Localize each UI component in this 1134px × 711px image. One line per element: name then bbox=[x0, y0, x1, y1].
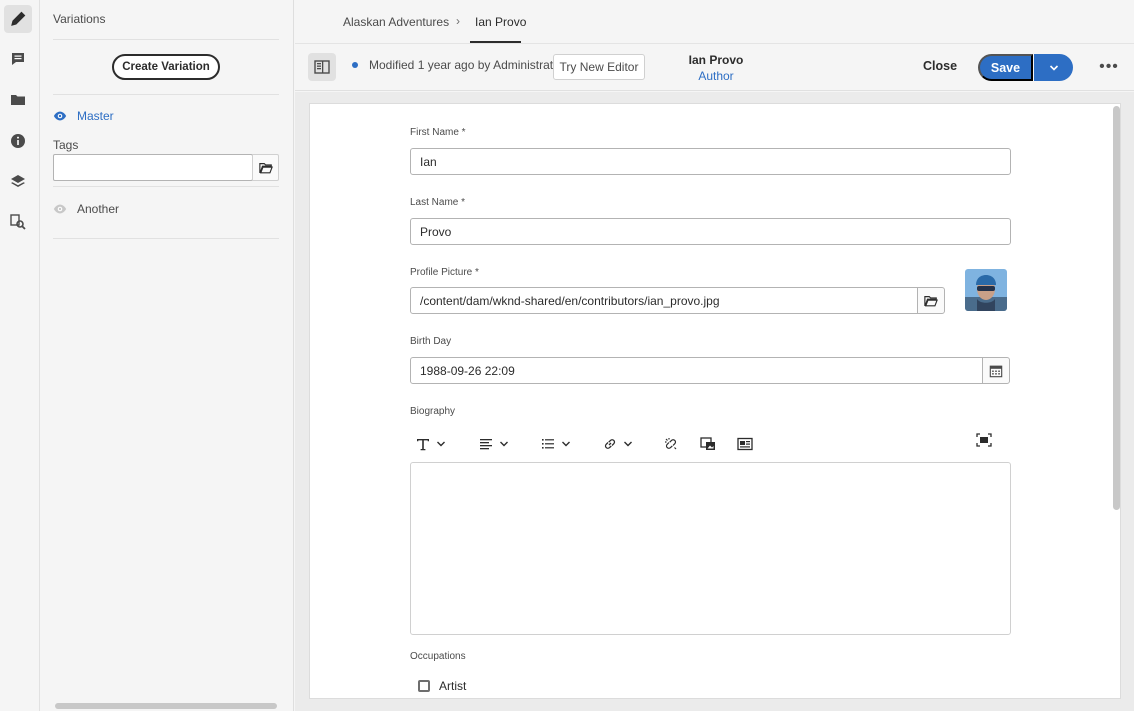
biography-label: Biography bbox=[410, 406, 456, 417]
breadcrumb-current[interactable]: Ian Provo bbox=[475, 15, 526, 29]
fullscreen-button[interactable] bbox=[976, 428, 992, 452]
variation-master[interactable]: Master bbox=[53, 109, 114, 123]
chevron-right-icon: › bbox=[456, 14, 460, 28]
divider bbox=[53, 186, 279, 187]
breadcrumb-parent[interactable]: Alaskan Adventures bbox=[343, 15, 449, 29]
profile-picture-input[interactable]: /content/dam/wknd-shared/en/contributors… bbox=[410, 287, 918, 314]
editor-toolbar: Modified 1 year ago by Administrator Try… bbox=[295, 45, 1134, 91]
create-variation-button[interactable]: Create Variation bbox=[112, 54, 220, 80]
editor-main: First Name * Ian Last Name * Provo Profi… bbox=[295, 92, 1134, 711]
divider bbox=[53, 39, 279, 40]
unlink-icon bbox=[665, 438, 677, 450]
link-button[interactable] bbox=[603, 432, 633, 456]
chevron-down-icon bbox=[562, 441, 570, 447]
last-name-label: Last Name * bbox=[410, 197, 466, 208]
tags-input[interactable] bbox=[53, 154, 253, 181]
layers-icon[interactable] bbox=[4, 168, 32, 196]
eye-icon bbox=[53, 111, 67, 121]
unlink-button[interactable] bbox=[664, 432, 678, 456]
form-sheet: First Name * Ian Last Name * Provo Profi… bbox=[309, 103, 1121, 699]
birth-day-input[interactable]: 1988-09-26 22:09 bbox=[410, 357, 983, 384]
side-panel-icon bbox=[314, 60, 330, 74]
text-align-left-icon bbox=[480, 439, 492, 450]
first-name-input[interactable]: Ian bbox=[410, 148, 1011, 175]
annotate-icon[interactable] bbox=[4, 45, 32, 73]
model-link[interactable]: Author bbox=[671, 69, 761, 83]
embed-asset-icon bbox=[737, 437, 753, 451]
birth-day-picker-button[interactable] bbox=[982, 357, 1010, 384]
info-icon[interactable] bbox=[4, 127, 32, 155]
folder-open-icon bbox=[258, 162, 273, 173]
text-format-button[interactable] bbox=[416, 432, 446, 456]
image-insert-icon bbox=[700, 437, 715, 450]
chevron-down-icon bbox=[1049, 64, 1058, 71]
more-actions-button[interactable]: ••• bbox=[1097, 57, 1121, 77]
tags-browse-button[interactable] bbox=[252, 154, 279, 181]
panel-scrollbar[interactable] bbox=[55, 703, 277, 709]
profile-picture-browse-button[interactable] bbox=[917, 287, 945, 314]
main-scrollbar[interactable] bbox=[1113, 106, 1120, 510]
chevron-down-icon bbox=[624, 441, 632, 447]
profile-picture-label: Profile Picture * bbox=[410, 267, 479, 278]
breadcrumb: Alaskan Adventures › Ian Provo bbox=[295, 0, 1134, 44]
link-icon bbox=[604, 439, 616, 449]
biography-editor[interactable] bbox=[410, 462, 1011, 635]
toggle-side-panel-button[interactable] bbox=[308, 53, 336, 81]
occupations-label: Occupations bbox=[410, 651, 466, 662]
try-new-editor-button[interactable]: Try New Editor bbox=[553, 54, 645, 80]
bulleted-list-icon bbox=[542, 439, 554, 449]
edit-icon[interactable] bbox=[4, 5, 32, 33]
calendar-icon bbox=[989, 365, 1003, 377]
status-dot-icon bbox=[352, 62, 358, 68]
justify-button[interactable] bbox=[479, 432, 509, 456]
save-button[interactable]: Save bbox=[978, 54, 1033, 81]
eye-icon bbox=[53, 204, 67, 214]
variation-master-label: Master bbox=[77, 109, 114, 123]
modified-status: Modified 1 year ago by Administrator bbox=[369, 58, 564, 72]
folder-open-icon bbox=[924, 295, 938, 306]
save-options-button[interactable] bbox=[1034, 54, 1073, 81]
divider bbox=[53, 238, 279, 239]
active-tab-indicator bbox=[470, 41, 521, 43]
chevron-down-icon bbox=[500, 441, 508, 447]
chevron-down-icon bbox=[437, 441, 445, 447]
divider bbox=[53, 94, 279, 95]
references-search-icon[interactable] bbox=[4, 208, 32, 236]
text-format-icon bbox=[417, 439, 429, 451]
fullscreen-icon bbox=[976, 433, 992, 447]
left-rail bbox=[0, 0, 40, 711]
variation-another-label: Another bbox=[77, 202, 120, 216]
fragment-title: Ian Provo bbox=[688, 53, 744, 67]
profile-picture-thumbnail bbox=[965, 269, 1007, 311]
last-name-input[interactable]: Provo bbox=[410, 218, 1011, 245]
occupation-option-label: Artist bbox=[439, 679, 467, 693]
birth-day-label: Birth Day bbox=[410, 336, 452, 347]
close-button[interactable]: Close bbox=[923, 59, 957, 73]
occupation-option-artist[interactable]: Artist bbox=[418, 679, 466, 693]
tags-label: Tags bbox=[53, 138, 79, 152]
insert-content-fragment-button[interactable] bbox=[737, 432, 753, 456]
variations-title: Variations bbox=[53, 12, 106, 26]
rich-text-toolbar bbox=[410, 432, 1011, 456]
list-button[interactable] bbox=[541, 432, 571, 456]
variation-another[interactable]: Another bbox=[53, 202, 119, 216]
folder-icon[interactable] bbox=[4, 86, 32, 114]
insert-image-button[interactable] bbox=[700, 432, 716, 456]
checkbox[interactable] bbox=[418, 680, 430, 692]
variations-panel: Variations Create Variation Master Tags … bbox=[40, 0, 294, 711]
first-name-label: First Name * bbox=[410, 127, 466, 138]
